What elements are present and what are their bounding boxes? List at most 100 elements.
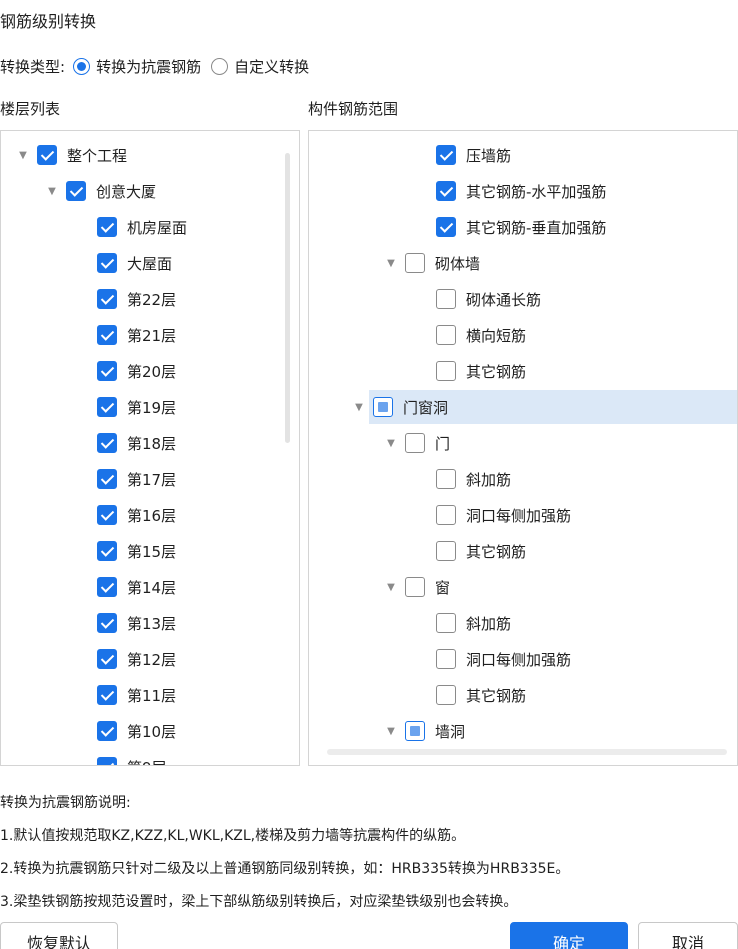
tree-node-floor[interactable]: 第11层 [97, 678, 176, 712]
tree-node-group-selected[interactable]: ▼ 门窗洞 [355, 390, 737, 424]
tree-node-item[interactable]: 其它钢筋-垂直加强筋 [436, 210, 606, 244]
checkbox[interactable] [97, 361, 117, 381]
ok-button[interactable]: 确定 [510, 922, 628, 949]
tree-node-group[interactable]: ▼ 墙洞 [381, 714, 465, 748]
tree-node-floor[interactable]: 第17层 [97, 462, 176, 496]
tree-node-label: 第10层 [127, 722, 177, 741]
tree-node-item[interactable]: 其它钢筋 [436, 678, 526, 712]
tree-node-item[interactable]: 其它钢筋 [436, 354, 526, 388]
checkbox[interactable] [436, 613, 456, 633]
tree-node-item[interactable]: 横向短筋 [436, 318, 526, 352]
tree-node-floor[interactable]: 第18层 [97, 426, 176, 460]
checkbox[interactable] [436, 325, 456, 345]
checkbox[interactable] [436, 505, 456, 525]
radio-indicator[interactable] [73, 58, 91, 75]
expand-arrow-icon[interactable]: ▼ [381, 582, 401, 593]
tree-node-floor[interactable]: 第10层 [97, 714, 176, 748]
tree-node-label: 第18层 [127, 434, 177, 453]
checkbox[interactable] [97, 289, 117, 309]
checkbox[interactable] [97, 757, 117, 765]
tree-node-item[interactable]: 其它钢筋 [436, 534, 526, 568]
checkbox[interactable] [97, 253, 117, 273]
tree-node-group[interactable]: ▼ 门 [381, 426, 450, 460]
tree-node-group[interactable]: ▼ 砌体墙 [381, 246, 480, 280]
tree-node-item[interactable]: 砌体通长筋 [436, 282, 541, 316]
checkbox[interactable] [97, 577, 117, 597]
tree-node-item[interactable]: 斜加筋 [436, 462, 511, 496]
checkbox[interactable] [436, 361, 456, 381]
checkbox[interactable] [97, 541, 117, 561]
tree-node-floor[interactable]: 大屋面 [97, 246, 172, 280]
checkbox[interactable] [436, 289, 456, 309]
tree-node-item[interactable]: 其它钢筋-水平加强筋 [436, 174, 606, 208]
checkbox[interactable] [97, 325, 117, 345]
expand-arrow-icon[interactable]: ▼ [381, 258, 401, 269]
tree-node-building[interactable]: ▼ 创意大厦 [42, 174, 156, 208]
radio-indicator[interactable] [211, 58, 229, 75]
tree-node-floor[interactable]: 第19层 [97, 390, 176, 424]
cancel-button[interactable]: 取消 [638, 922, 738, 949]
checkbox[interactable] [436, 541, 456, 561]
checkbox[interactable] [436, 217, 456, 237]
checkbox[interactable] [97, 397, 117, 417]
tree-node-item[interactable]: 洞口每侧加强筋 [436, 642, 571, 676]
horizontal-scrollbar[interactable] [327, 749, 727, 755]
checkbox[interactable] [97, 505, 117, 525]
floor-list-tree[interactable]: ▼ 整个工程 ▼ 创意大厦 机房屋面 大屋面 第22层 第21层 第20层 第1… [0, 130, 300, 766]
tree-node-floor[interactable]: 第9层 [97, 750, 167, 765]
expand-arrow-icon[interactable]: ▼ [42, 186, 62, 197]
checkbox[interactable] [436, 649, 456, 669]
tree-node-floor[interactable]: 机房屋面 [97, 210, 187, 244]
tree-node-floor[interactable]: 第13层 [97, 606, 176, 640]
tree-node-label: 压墙筋 [466, 146, 512, 165]
tree-node-floor[interactable]: 第15层 [97, 534, 176, 568]
checkbox[interactable] [436, 145, 456, 165]
checkbox[interactable] [405, 577, 425, 597]
tree-node-item[interactable]: 压墙筋 [436, 138, 511, 172]
tree-node-label: 机房屋面 [127, 218, 188, 237]
radio-custom[interactable]: 自定义转换 [211, 56, 309, 77]
tree-node-floor[interactable]: 第20层 [97, 354, 176, 388]
tree-node-label: 门窗洞 [403, 398, 449, 417]
checkbox[interactable] [97, 685, 117, 705]
tree-node-label: 第19层 [127, 398, 177, 417]
expand-arrow-icon[interactable]: ▼ [349, 402, 369, 413]
tree-node-floor[interactable]: 第16层 [97, 498, 176, 532]
tree-node-floor[interactable]: 第12层 [97, 642, 176, 676]
tree-node-item[interactable]: 斜加筋 [436, 606, 511, 640]
checkbox[interactable] [97, 469, 117, 489]
checkbox[interactable] [436, 181, 456, 201]
checkbox[interactable] [97, 649, 117, 669]
expand-arrow-icon[interactable]: ▼ [13, 150, 33, 161]
checkbox[interactable] [405, 253, 425, 273]
radio-anti-seismic[interactable]: 转换为抗震钢筋 [73, 56, 201, 77]
tree-node-label: 第11层 [127, 686, 177, 705]
checkbox[interactable] [436, 469, 456, 489]
checkbox[interactable] [405, 433, 425, 453]
checkbox[interactable] [405, 721, 425, 741]
tree-node-floor[interactable]: 第14层 [97, 570, 176, 604]
tree-node-floor[interactable]: 第22层 [97, 282, 176, 316]
checkbox[interactable] [373, 397, 393, 417]
tree-node-label: 第21层 [127, 326, 177, 345]
checkbox[interactable] [37, 145, 57, 165]
checkbox[interactable] [97, 613, 117, 633]
restore-default-button[interactable]: 恢复默认 [0, 922, 118, 949]
tree-node-item[interactable]: 洞口每侧加强筋 [436, 498, 571, 532]
checkbox[interactable] [97, 721, 117, 741]
tree-node-group[interactable]: ▼ 窗 [381, 570, 450, 604]
component-range-tree[interactable]: 压墙筋 其它钢筋-水平加强筋 其它钢筋-垂直加强筋 ▼ 砌体墙 砌体通长筋 横向… [308, 130, 738, 766]
checkbox[interactable] [97, 433, 117, 453]
tree-node-label: 创意大厦 [96, 182, 157, 201]
checkbox[interactable] [66, 181, 86, 201]
checkbox[interactable] [97, 217, 117, 237]
expand-arrow-icon[interactable]: ▼ [381, 438, 401, 449]
tree-node-label: 第16层 [127, 506, 177, 525]
radio-anti-seismic-label: 转换为抗震钢筋 [96, 58, 202, 76]
expand-arrow-icon[interactable]: ▼ [381, 726, 401, 737]
tree-node-whole-project[interactable]: ▼ 整个工程 [13, 138, 127, 172]
tree-node-floor[interactable]: 第21层 [97, 318, 176, 352]
vertical-scrollbar[interactable] [285, 153, 290, 443]
checkbox[interactable] [436, 685, 456, 705]
notes-line: 1.默认值按规范取KZ,KZZ,KL,WKL,KZL,楼梯及剪力墙等抗震构件的纵… [0, 828, 466, 844]
